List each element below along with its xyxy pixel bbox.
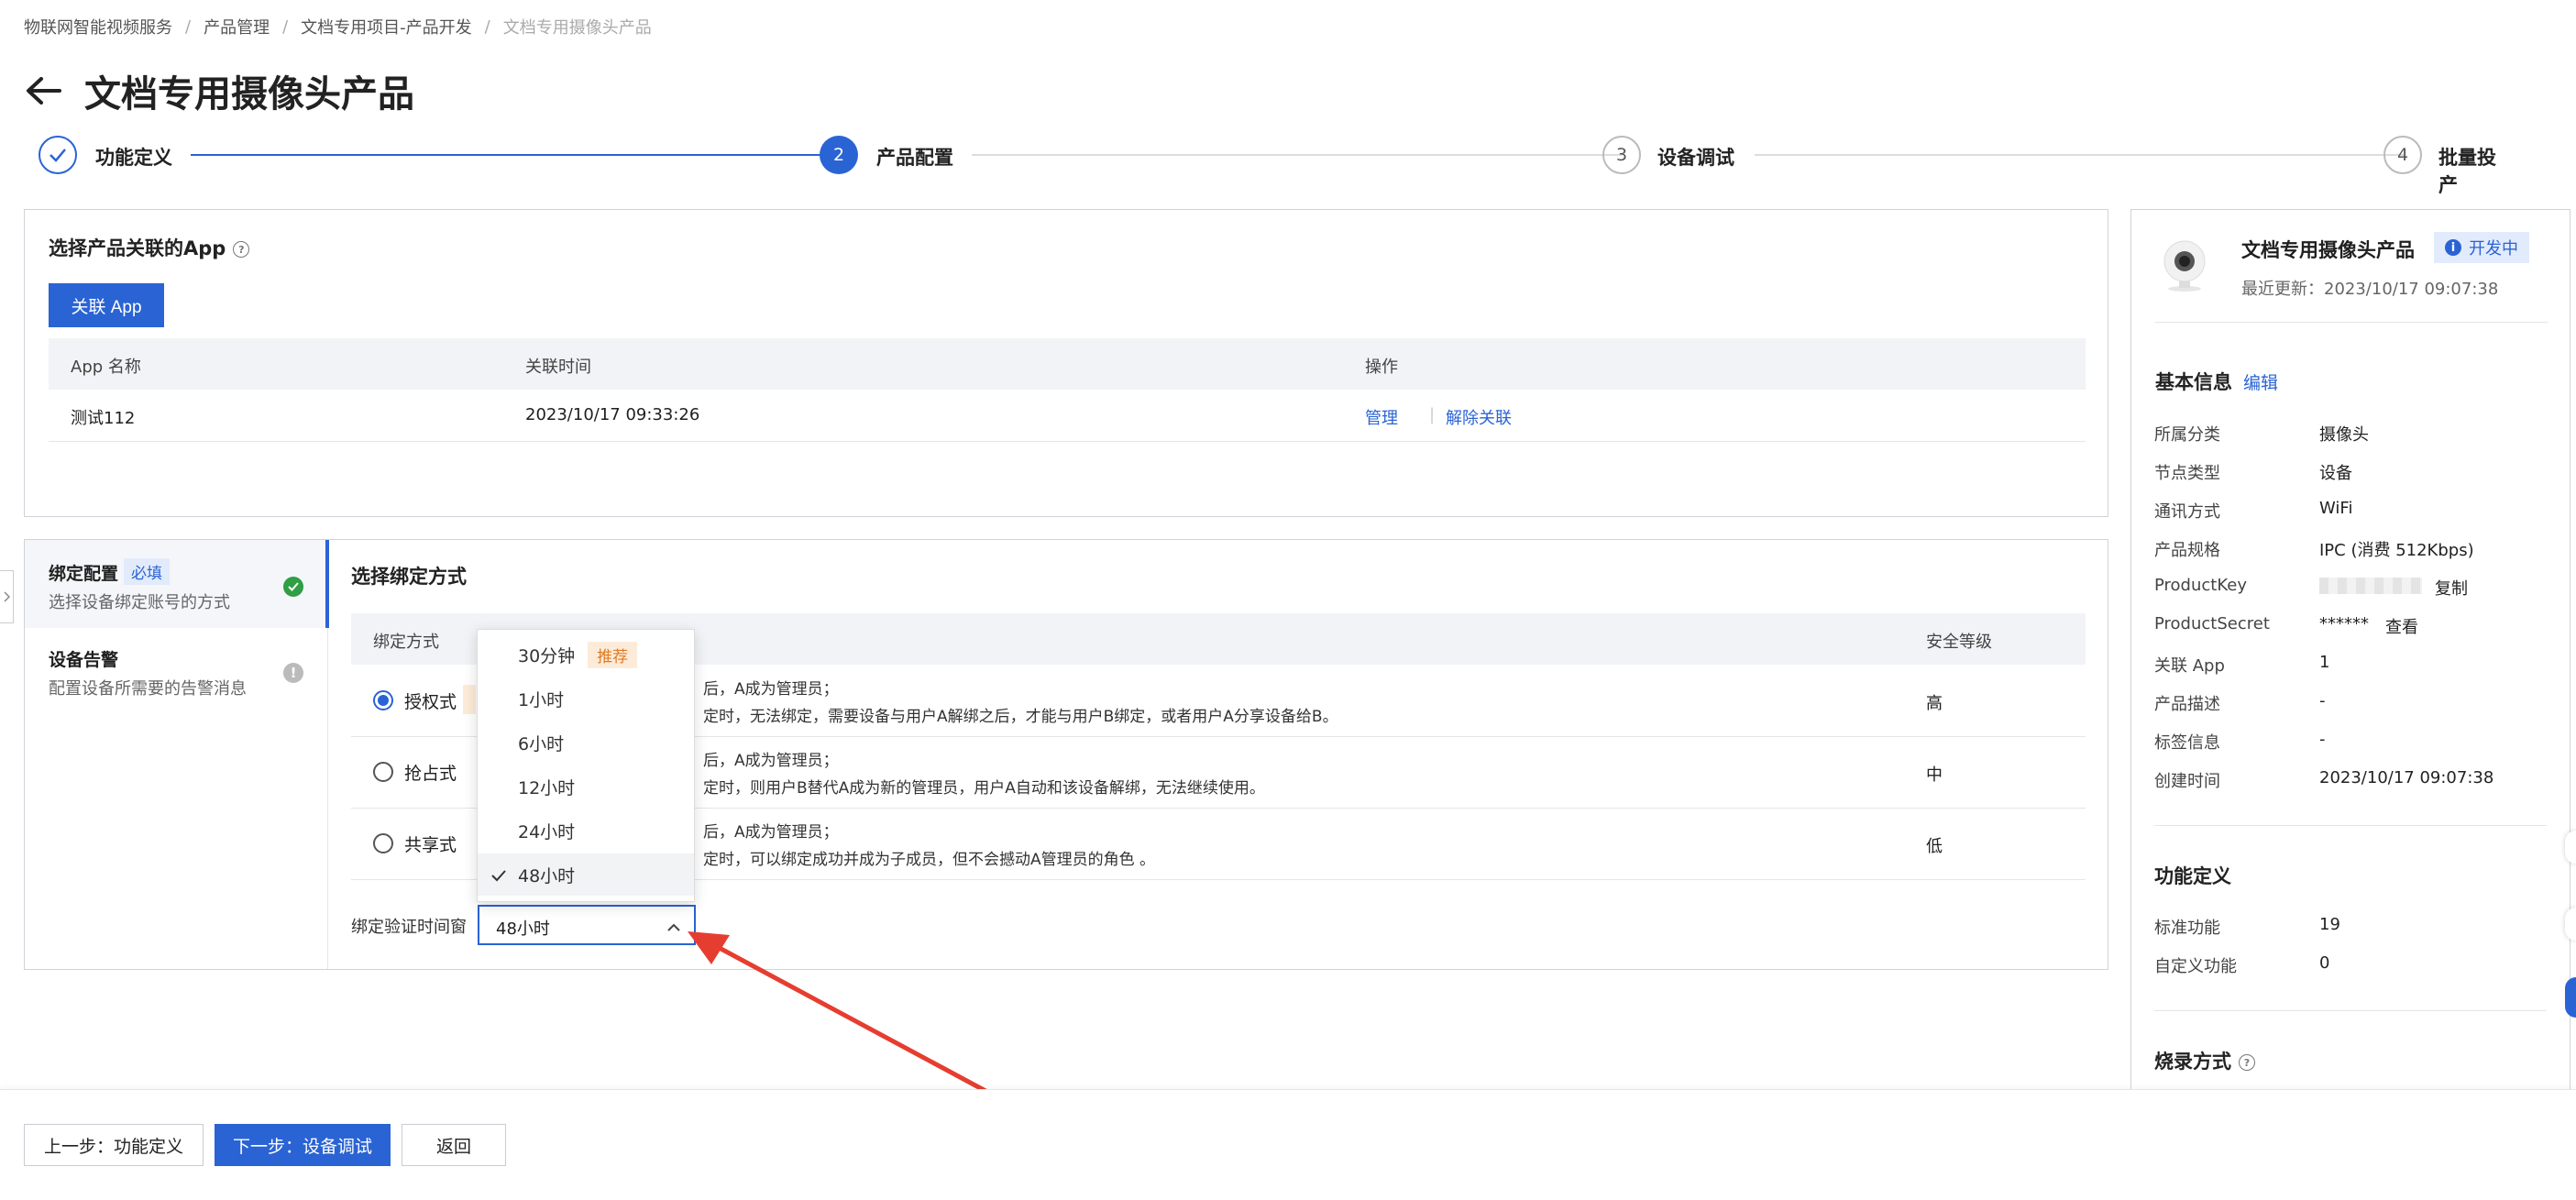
masked-value [2319,578,2422,594]
step-1-label: 功能定义 [95,147,172,169]
security-level: 低 [1926,837,1943,856]
back-arrow-icon[interactable] [24,72,62,110]
bind-mode-label: 授权式 [404,692,457,712]
back-button[interactable]: 返回 [402,1124,506,1166]
bind-desc-line2: 定时，可以绑定成功并成为子成员，但不会撼动A管理员的角色 。 [703,851,1156,869]
step-line-1 [191,154,840,156]
breadcrumb-item-project[interactable]: 文档专用项目-产品开发 [301,15,472,39]
dropdown-option-6h[interactable]: 6小时 [478,721,694,764]
table-row: 测试112 2023/10/17 09:33:26 管理 | 解除关联 [49,390,2086,442]
float-handle-3[interactable] [2565,977,2576,1018]
manage-link[interactable]: 管理 [1365,405,1398,429]
config-nav: 绑定配置 必填 选择设备绑定账号的方式 设备告警 配置设备所需要的告警消息 ! [25,540,329,969]
dropdown-option-1h[interactable]: 1小时 [478,677,694,720]
bind-desc-line1: 后，A成为管理员； [703,680,839,699]
nav-item-bind-config[interactable]: 绑定配置 必填 选择设备绑定账号的方式 [25,540,329,628]
step-3-circle: 3 [1602,136,1641,174]
dropdown-option-48h[interactable]: 48小时 [478,853,694,896]
dropdown-option-24h[interactable]: 24小时 [478,809,694,852]
edit-link[interactable]: 编辑 [2243,369,2278,394]
last-updated: 最近更新：2023/10/17 09:07:38 [2241,280,2499,299]
copy-link[interactable]: 复制 [2435,576,2468,600]
view-secret-link[interactable]: 查看 [2385,614,2418,638]
info-circle-icon: ! [283,663,303,683]
time-window-dropdown: 30分钟 推荐 1小时 6小时 12小时 24小时 48小时 [477,629,695,902]
link-time-cell: 2023/10/17 09:33:26 [525,405,700,424]
breadcrumb-item-current: 文档专用摄像头产品 [502,18,652,38]
bind-desc-line1: 后，A成为管理员； [703,823,839,842]
burn-method-title: 烧录方式? [2154,1047,2255,1074]
float-handle-2[interactable] [2565,908,2576,941]
nav-item-device-alarm[interactable]: 设备告警 配置设备所需要的告警消息 ! [25,628,327,716]
bind-desc-line2: 定时，则用户B替代A成为新的管理员，用户A自动和该设备解绑，无法继续使用。 [703,779,1265,798]
next-step-button[interactable]: 下一步：设备调试 [215,1124,391,1166]
breadcrumb-item-service[interactable]: 物联网智能视频服务 [24,15,172,39]
col-bind-mode: 绑定方式 [373,633,439,652]
collapse-handle[interactable] [0,570,14,623]
step-2-circle: 2 [820,136,858,174]
annotation-arrow-icon [688,931,1002,1101]
col-app-name: App 名称 [71,358,141,377]
app-association-card: 选择产品关联的App? 关联 App App 名称 关联时间 操作 测试112 … [24,209,2108,517]
unlink-link[interactable]: 解除关联 [1446,405,1512,429]
nav-item-desc: 配置设备所需要的告警消息 [49,679,247,699]
time-window-value: 48小时 [496,919,550,939]
required-tag: 必填 [124,558,170,585]
app-section-title: 选择产品关联的App? [49,234,250,261]
step-indicator: 功能定义 2 产品配置 3 设备调试 4 批量投产 [39,136,2514,196]
col-security-level: 安全等级 [1926,633,1992,652]
nav-item-title: 绑定配置 [49,564,119,584]
nav-item-title: 设备告警 [49,650,119,670]
camera-icon [2155,236,2214,294]
radio-preempt[interactable] [373,762,393,782]
security-level: 高 [1926,694,1943,713]
step-2-label: 产品配置 [876,147,953,169]
step-line-3 [1755,154,2404,156]
app-table-header: App 名称 关联时间 操作 [49,338,2086,390]
help-icon[interactable]: ? [2239,1054,2255,1071]
recommend-tag-partial [463,685,476,714]
app-name-cell: 测试112 [71,409,136,428]
bind-desc-line1: 后，A成为管理员； [703,752,839,770]
help-icon[interactable]: ? [233,241,250,258]
step-4-circle: 4 [2383,136,2422,174]
step-line-2 [972,154,1623,156]
status-badge: i 开发中 [2434,232,2529,263]
col-link-time: 关联时间 [525,358,591,377]
check-icon [490,866,507,886]
bind-mode-label: 抢占式 [404,764,457,784]
recommend-tag: 推荐 [588,641,638,668]
breadcrumb-item-product-mgmt[interactable]: 产品管理 [204,15,270,39]
basic-info-title: 基本信息 [2155,371,2232,393]
security-level: 中 [1926,765,1943,785]
link-app-button[interactable]: 关联 App [49,283,164,327]
check-circle-icon [283,577,303,597]
page-title: 文档专用摄像头产品 [84,73,414,116]
time-window-select[interactable]: 48小时 [478,905,696,945]
radio-authorize[interactable] [373,690,393,710]
bind-mode-label: 共享式 [404,835,457,855]
time-window-label: 绑定验证时间窗 [351,918,467,937]
step-3-label: 设备调试 [1657,147,1734,169]
product-name: 文档专用摄像头产品 [2241,239,2415,261]
breadcrumb: 物联网智能视频服务 / 产品管理 / 文档专用项目-产品开发 / 文档专用摄像头… [24,15,652,39]
info-icon: i [2445,239,2461,256]
bind-desc-line2: 定时，无法绑定，需要设备与用户A解绑之后，才能与用户B绑定，或者用户A分享设备给… [703,708,1338,726]
action-divider: | [1429,405,1436,424]
config-card: 绑定配置 必填 选择设备绑定账号的方式 设备告警 配置设备所需要的告警消息 ! … [24,539,2108,970]
prev-step-button[interactable]: 上一步：功能定义 [24,1124,204,1166]
bind-section-title: 选择绑定方式 [351,566,467,588]
page-header: 文档专用摄像头产品 [24,64,414,117]
float-handle-1[interactable] [2565,831,2576,864]
dropdown-option-12h[interactable]: 12小时 [478,765,694,808]
nav-item-desc: 选择设备绑定账号的方式 [49,593,230,612]
step-1-done-icon [39,136,77,174]
col-actions: 操作 [1365,358,1398,377]
step-4-label: 批量投产 [2438,147,2496,196]
dropdown-option-30min[interactable]: 30分钟 推荐 [478,633,694,676]
radio-shared[interactable] [373,833,393,853]
function-def-title: 功能定义 [2154,865,2231,887]
